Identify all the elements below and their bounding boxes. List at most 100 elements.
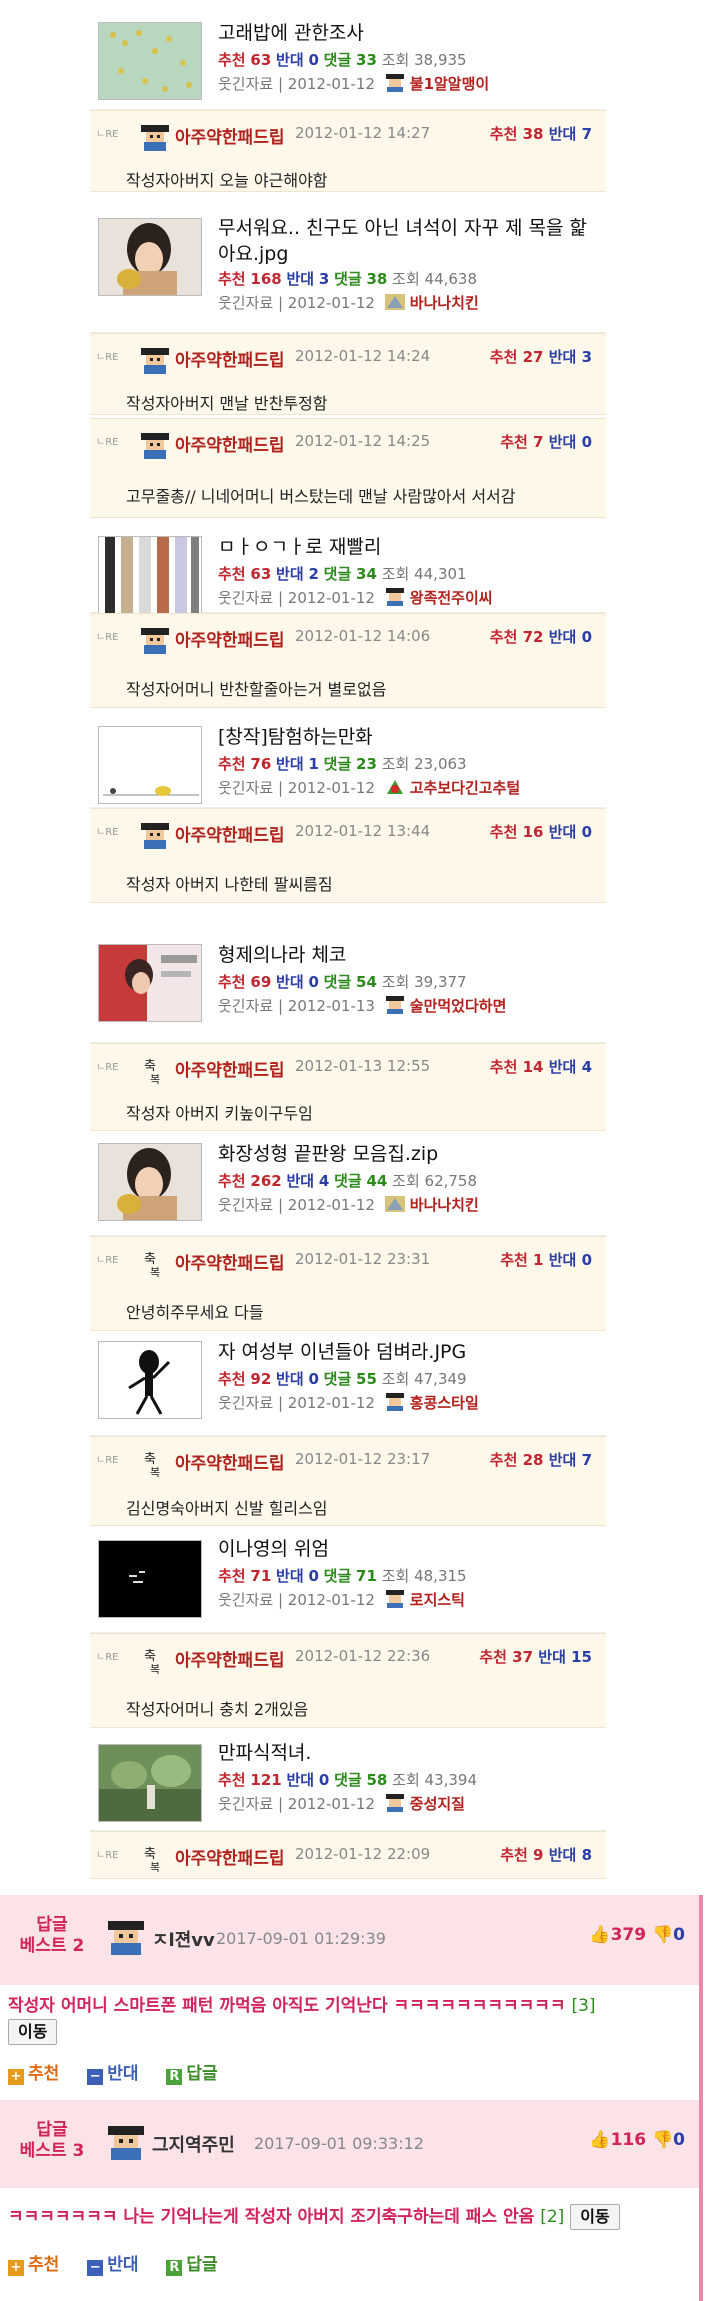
reply-author[interactable]: 아주약한패드립 <box>175 1646 284 1671</box>
svg-text:복: 복 <box>150 1861 160 1872</box>
minus-icon: − <box>87 2069 104 2085</box>
best-comment-author[interactable]: 그지역주민 <box>152 2131 235 2157</box>
reply-author[interactable]: 아주약한패드립 <box>175 431 284 456</box>
post-author[interactable]: 바나나치킨 <box>410 294 479 312</box>
user-level-icon <box>384 1794 406 1812</box>
avatar <box>106 1919 146 1955</box>
reply-author[interactable]: 아주약한패드립 <box>175 1844 284 1869</box>
post-item[interactable]: 만파식적녀. 추천 121 반대 0 댓글 58 조회 43,394 웃긴자료 … <box>90 1728 606 1831</box>
recommend-button[interactable]: + 추천 <box>8 2250 59 2276</box>
re-tag: ㄴRE <box>96 352 119 363</box>
post-item[interactable]: 이나영의 위엄 추천 71 반대 0 댓글 71 조회 48,315 웃긴자료 … <box>90 1526 606 1633</box>
reply-author[interactable]: 아주약한패드립 <box>175 346 284 371</box>
best-comment-text: 작성자 어머니 스마트폰 패턴 까먹음 아직도 기억난다 ㅋㅋㅋㅋㅋㅋㅋㅋㅋㅋㅋ… <box>8 1993 698 2045</box>
re-tag: ㄴRE <box>96 437 119 448</box>
reply-author[interactable]: 아주약한패드립 <box>175 123 284 148</box>
post-title[interactable]: [창작]탐험하는만화 <box>218 724 598 750</box>
post-title[interactable]: 고래밥에 관한조사 <box>218 20 598 46</box>
post-author[interactable]: 로지스틱 <box>410 1591 465 1609</box>
reply-author[interactable]: 아주약한패드립 <box>175 1056 284 1081</box>
reply-text: 작성자어머니 반찬할줄아는거 별로없음 <box>126 680 387 699</box>
post-title[interactable]: 무서워요.. 친구도 아닌 녀석이 자꾸 제 목을 핥아요.jpg <box>218 215 598 267</box>
best-comment-actions: + 추천 − 반대 R 답글 <box>8 2250 240 2276</box>
post-title[interactable]: 형제의나라 체코 <box>218 942 598 968</box>
recommend-button[interactable]: + 추천 <box>8 2059 59 2085</box>
avatar-character-icon: 축복 <box>140 1844 170 1874</box>
post-item[interactable]: 화장성형 끝판왕 모음집.zip 추천 262 반대 4 댓글 44 조회 62… <box>90 1131 606 1236</box>
post-author[interactable]: 바나나치킨 <box>410 1196 479 1214</box>
reply-text: 안녕히주무세요 다들 <box>126 1303 264 1322</box>
post-item[interactable]: 형제의나라 체코 추천 69 반대 0 댓글 54 조회 39,377 웃긴자료… <box>90 940 606 1043</box>
reply-button[interactable]: R 답글 <box>166 2059 218 2085</box>
post-author[interactable]: 홍콩스타일 <box>410 1394 479 1412</box>
post-thumbnail[interactable] <box>98 22 202 100</box>
reply-time: 2012-01-12 22:36 <box>295 1647 431 1665</box>
reply-count: [2] <box>540 2207 565 2227</box>
best-comment-votes: 👍379 👎0 <box>589 1925 685 1945</box>
oppose-button[interactable]: − 반대 <box>87 2250 138 2276</box>
reply-author[interactable]: 아주약한패드립 <box>175 821 284 846</box>
reply-item: ㄴRE 아주약한패드립 2012-01-12 14:25 추천 7 반대 0 고… <box>90 418 606 518</box>
post-meta: 웃긴자료 | 2012-01-12 불1알알맹이 <box>218 74 490 93</box>
post-item[interactable]: 무서워요.. 친구도 아닌 녀석이 자꾸 제 목을 핥아요.jpg 추천 168… <box>90 205 606 333</box>
user-level-icon <box>384 293 406 311</box>
best-comment: 답글 베스트 2 ㅈl젼vv 2017-09-01 01:29:39 👍379 👎… <box>0 1895 703 2100</box>
post-author[interactable]: 왕족전주이씨 <box>410 589 493 607</box>
post-thumbnail[interactable] <box>98 1341 202 1419</box>
reply-text: 작성자어머니 충치 2개있음 <box>126 1700 309 1719</box>
post-thumbnail[interactable] <box>98 726 202 804</box>
post-stats: 추천 63 반대 2 댓글 34 조회 44,301 <box>218 565 467 583</box>
thumbs-down-icon[interactable]: 👎 <box>652 2130 673 2150</box>
best-comment-author[interactable]: ㅈl젼vv <box>152 1926 215 1952</box>
post-title[interactable]: 만파식적녀. <box>218 1740 598 1766</box>
post-thumbnail[interactable] <box>98 1540 202 1618</box>
re-tag: ㄴRE <box>96 1455 119 1466</box>
thumbs-up-icon[interactable]: 👍 <box>589 1925 610 1945</box>
reply-item: ㄴRE 아주약한패드립 2012-01-12 14:24 추천 27 반대 3 … <box>90 333 606 415</box>
post-thumbnail[interactable] <box>98 1744 202 1822</box>
reply-author[interactable]: 아주약한패드립 <box>175 1449 284 1474</box>
avatar <box>106 2124 146 2160</box>
svg-text:축: 축 <box>144 1452 156 1467</box>
avatar-character-icon: 축복 <box>140 1646 170 1676</box>
re-tag: ㄴRE <box>96 632 119 643</box>
post-item[interactable]: [창작]탐험하는만화 추천 76 반대 1 댓글 23 조회 23,063 웃긴… <box>90 708 606 808</box>
svg-text:복: 복 <box>150 1466 160 1477</box>
move-button[interactable]: 이동 <box>570 2204 620 2230</box>
post-thumbnail[interactable] <box>98 536 202 614</box>
svg-text:축: 축 <box>144 1649 156 1664</box>
post-author[interactable]: 술만먹었다하면 <box>410 997 507 1015</box>
thumbs-up-icon[interactable]: 👍 <box>589 2130 610 2150</box>
svg-text:복: 복 <box>150 1663 160 1674</box>
reply-time: 2012-01-12 23:17 <box>295 1450 431 1468</box>
post-meta: 웃긴자료 | 2012-01-13 술만먹었다하면 <box>218 996 507 1015</box>
post-title[interactable]: 화장성형 끝판왕 모음집.zip <box>218 1141 598 1167</box>
post-title[interactable]: 자 여성부 이년들아 덤벼라.JPG <box>218 1339 598 1365</box>
oppose-button[interactable]: − 반대 <box>87 2059 138 2085</box>
post-title[interactable]: ㅁㅏㅇㄱㅏ로 재빨리 <box>218 534 598 560</box>
post-item[interactable]: 고래밥에 관한조사 추천 63 반대 0 댓글 33 조회 38,935 웃긴자… <box>90 0 606 110</box>
move-button[interactable]: 이동 <box>8 2019 58 2045</box>
post-title[interactable]: 이나영의 위엄 <box>218 1536 598 1562</box>
reply-time: 2012-01-12 14:27 <box>295 124 431 142</box>
post-item[interactable]: 자 여성부 이년들아 덤벼라.JPG 추천 92 반대 0 댓글 55 조회 4… <box>90 1331 606 1436</box>
post-author[interactable]: 고추보다긴고추털 <box>410 779 520 797</box>
reply-item: ㄴRE 아주약한패드립 2012-01-12 14:06 추천 72 반대 0 … <box>90 613 606 708</box>
post-thumbnail[interactable] <box>98 1143 202 1221</box>
reply-button[interactable]: R 답글 <box>166 2250 218 2276</box>
post-thumbnail[interactable] <box>98 944 202 1022</box>
thumbs-down-icon[interactable]: 👎 <box>652 1925 673 1945</box>
reply-author[interactable]: 아주약한패드립 <box>175 1249 284 1274</box>
post-stats: 추천 121 반대 0 댓글 58 조회 43,394 <box>218 1771 478 1789</box>
post-item[interactable]: ㅁㅏㅇㄱㅏ로 재빨리 추천 63 반대 2 댓글 34 조회 44,301 웃긴… <box>90 518 606 614</box>
post-author[interactable]: 중성지질 <box>410 1795 465 1813</box>
minus-icon: − <box>87 2260 104 2276</box>
post-author[interactable]: 불1알알맹이 <box>410 75 489 93</box>
user-level-icon <box>384 1393 406 1411</box>
svg-text:축: 축 <box>144 1252 156 1267</box>
reply-item: ㄴRE 축복 아주약한패드립 2012-01-12 22:09 추천 9 반대 … <box>90 1831 606 1879</box>
user-level-icon <box>384 996 406 1014</box>
post-thumbnail[interactable] <box>98 218 202 296</box>
best-badge: 답글 베스트 3 <box>19 2120 85 2161</box>
reply-author[interactable]: 아주약한패드립 <box>175 626 284 651</box>
